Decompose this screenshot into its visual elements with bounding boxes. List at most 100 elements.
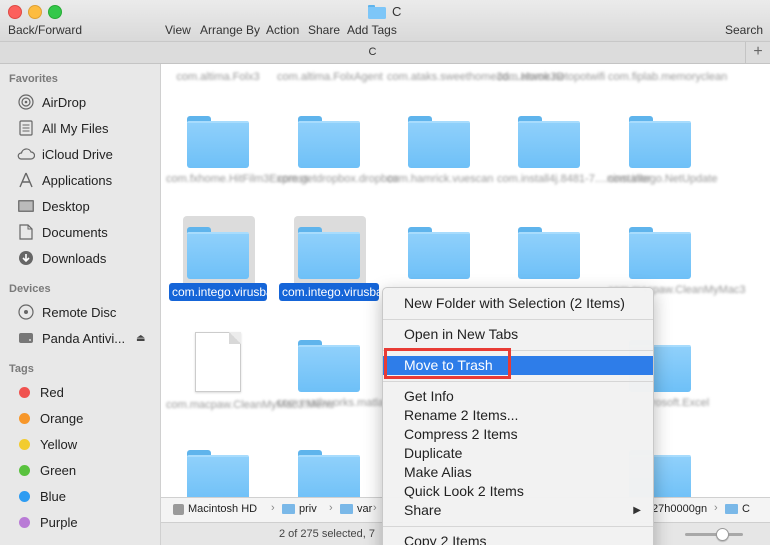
menu-separator <box>383 526 653 527</box>
menu-item-make-alias[interactable]: Make Alias <box>383 463 653 482</box>
window-title-text: C <box>392 4 402 19</box>
file-name: com.altima.FolxAgent <box>277 71 383 83</box>
sidebar-header-tags: Tags <box>9 363 34 375</box>
sidebar-tag-blue[interactable]: Blue <box>16 486 66 506</box>
tab-current[interactable]: C <box>0 46 745 58</box>
file-item-selected[interactable]: com.intego.virusbarrier.installer <box>277 227 448 301</box>
sidebar-item-remote-disc[interactable]: Remote Disc <box>16 302 116 322</box>
file-item[interactable] <box>277 450 381 497</box>
eject-icon[interactable]: ⏏ <box>136 333 145 344</box>
sidebar-tag-purple[interactable]: Purple <box>16 512 78 532</box>
path-item-label: priv <box>299 503 317 515</box>
sidebar-tag-green[interactable]: Green <box>16 460 76 480</box>
folder-icon <box>368 4 386 19</box>
menu-item-get-info[interactable]: Get Info <box>383 387 653 406</box>
file-item-selected[interactable]: com.intego.virusbarrier.application <box>166 227 354 301</box>
path-item-c[interactable]: C <box>725 503 750 515</box>
path-item-label: C <box>742 503 750 515</box>
file-item[interactable] <box>166 450 270 497</box>
tag-green-dot-icon <box>19 464 30 476</box>
path-item-var[interactable]: var <box>340 503 372 515</box>
sidebar-item-icloud-drive[interactable]: iCloud Drive <box>16 144 113 164</box>
airdrop-icon <box>16 93 36 111</box>
path-item-label: Macintosh HD <box>188 503 258 515</box>
menu-item-quick-look[interactable]: Quick Look 2 Items <box>383 482 653 501</box>
menu-item-new-folder-with-selection[interactable]: New Folder with Selection (2 Items) <box>383 294 653 313</box>
file-name: com.altima.Folx3 <box>176 71 260 83</box>
folder-icon <box>408 227 470 279</box>
menu-item-duplicate[interactable]: Duplicate <box>383 444 653 463</box>
file-item[interactable]: com.getdropbox.dropbox <box>277 116 399 186</box>
action-button[interactable]: Action <box>266 23 299 37</box>
folder-icon <box>340 504 353 514</box>
minimize-window-button[interactable] <box>28 5 42 19</box>
file-item[interactable]: com.install4j.8481-7....ninstaller <box>497 116 651 186</box>
sidebar-item-applications[interactable]: Applications <box>16 170 112 190</box>
sidebar-item-documents[interactable]: Documents <box>16 222 108 242</box>
disk-icon <box>16 329 36 347</box>
add-tags-button[interactable]: Add Tags <box>347 23 397 37</box>
path-separator-icon: › <box>329 502 333 514</box>
path-separator-icon: › <box>271 502 275 514</box>
icon-size-slider-knob[interactable] <box>716 528 729 541</box>
sidebar-item-all-my-files[interactable]: All My Files <box>16 118 108 138</box>
icon-size-slider[interactable] <box>685 528 743 541</box>
sidebar-tag-yellow[interactable]: Yellow <box>16 434 77 454</box>
file-item[interactable]: com.fxhome.HitFilm3Express <box>166 116 310 186</box>
path-item-macintosh-hd[interactable]: Macintosh HD <box>173 503 257 515</box>
close-window-button[interactable] <box>8 5 22 19</box>
all-my-files-icon <box>16 119 36 137</box>
back-forward-button[interactable]: Back/Forward <box>8 23 82 37</box>
file-item[interactable]: com.macpaw.CleanMyMac3.Menu <box>166 332 335 412</box>
desktop-icon <box>16 197 36 215</box>
path-separator-icon: › <box>373 502 377 514</box>
tag-red-dot-icon <box>19 386 30 398</box>
path-item-label: 27h0000gn <box>652 503 708 515</box>
sidebar-item-downloads[interactable]: Downloads <box>16 248 106 268</box>
path-item-priv[interactable]: priv <box>282 503 317 515</box>
file-item[interactable]: com.intego.NetUpdate <box>608 116 717 186</box>
folder-icon <box>298 227 360 279</box>
arrange-by-button[interactable]: Arrange By <box>200 23 260 37</box>
folder-icon <box>629 116 691 168</box>
sidebar-item-label: Desktop <box>42 198 90 214</box>
menu-item-open-in-new-tabs[interactable]: Open in New Tabs <box>383 325 653 344</box>
menu-item-copy[interactable]: Copy 2 Items <box>383 532 653 545</box>
tag-yellow-dot-icon <box>19 438 30 450</box>
icloud-icon <box>16 145 36 163</box>
finder-window: C Back/Forward View Arrange By Action Sh… <box>0 0 770 545</box>
folder-icon <box>518 116 580 168</box>
tag-orange-dot-icon <box>19 412 30 424</box>
menu-item-share-label: Share <box>404 502 442 518</box>
file-name: com.fxhome.HitFilm3Express <box>166 173 310 185</box>
sidebar-item-airdrop[interactable]: AirDrop <box>16 92 86 112</box>
folder-icon <box>518 227 580 279</box>
sidebar-header-favorites: Favorites <box>9 73 58 85</box>
menu-item-share[interactable]: Share ▶ <box>383 501 653 520</box>
zoom-window-button[interactable] <box>48 5 62 19</box>
file-item[interactable] <box>387 227 491 279</box>
sidebar-item-label: Blue <box>40 488 67 504</box>
file-item[interactable]: com.hamrick.vuescan <box>387 116 493 186</box>
sidebar-item-label: Red <box>40 384 64 400</box>
path-item-user-folder[interactable]: 27h0000gn <box>652 503 707 515</box>
share-button[interactable]: Share <box>308 23 340 37</box>
new-tab-button[interactable]: + <box>745 42 770 63</box>
file-name: com.macpaw.CleanMyMac3.Menu <box>166 399 335 411</box>
menu-item-rename[interactable]: Rename 2 Items... <box>383 406 653 425</box>
toolbar: C Back/Forward View Arrange By Action Sh… <box>0 0 770 42</box>
sidebar-item-panda-antivirus[interactable]: Panda Antivi... <box>16 328 125 348</box>
menu-separator <box>383 319 653 320</box>
search-button[interactable]: Search <box>725 23 763 37</box>
sidebar-tag-orange[interactable]: Orange <box>16 408 83 428</box>
file-item[interactable]: com.mathworks.matlab <box>277 340 390 410</box>
sidebar-item-desktop[interactable]: Desktop <box>16 196 90 216</box>
tag-blue-dot-icon <box>19 490 30 502</box>
sidebar-item-label: Green <box>40 462 77 478</box>
menu-item-compress[interactable]: Compress 2 Items <box>383 425 653 444</box>
tag-purple-dot-icon <box>19 516 30 528</box>
file-item[interactable] <box>497 227 601 279</box>
sidebar-tag-red[interactable]: Red <box>16 382 64 402</box>
file-name-selected: com.intego.virusbarrier.installer <box>279 283 448 301</box>
view-button[interactable]: View <box>165 23 191 37</box>
